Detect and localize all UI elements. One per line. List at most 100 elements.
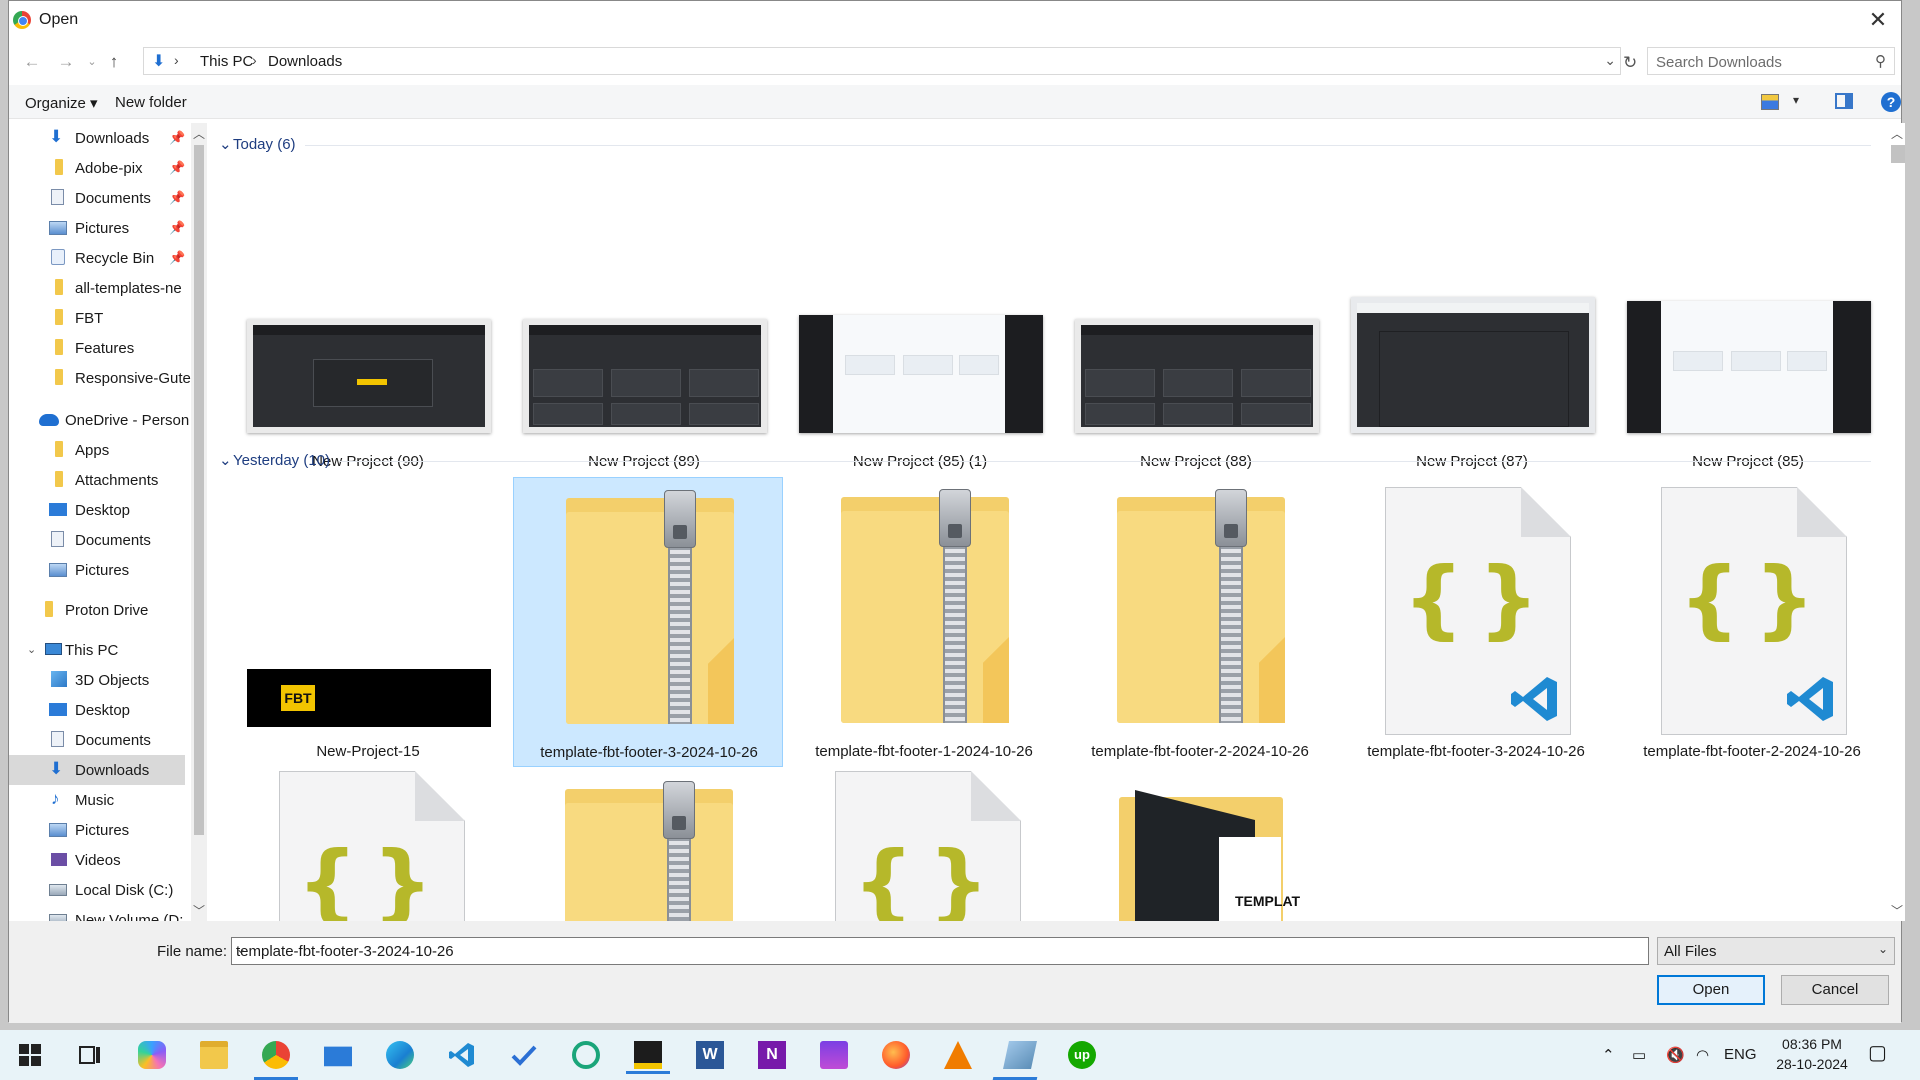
sidebar-item-onedrive[interactable]: OneDrive - Person	[9, 405, 199, 435]
sidebar-item-this-pc[interactable]: ⌄ This PC	[9, 635, 199, 665]
sidebar-item-attachments[interactable]: Attachments	[9, 465, 199, 495]
view-dropdown-icon[interactable]: ▾	[1793, 93, 1799, 107]
sidebar-item-documents-onedrive[interactable]: Documents	[9, 525, 199, 555]
sidebar-item-videos[interactable]: Videos	[9, 845, 199, 875]
vlc-icon[interactable]	[944, 1041, 972, 1069]
chevron-up-icon[interactable]: ⌃	[1602, 1046, 1615, 1064]
file-tile[interactable]: {}	[789, 767, 1059, 921]
sidebar-item-downloads[interactable]: ⬇ Downloads	[9, 755, 185, 785]
sidebar-item-fbt[interactable]: FBT	[9, 303, 199, 333]
chevron-down-icon[interactable]: ⌄	[1878, 942, 1888, 956]
file-explorer-icon[interactable]	[200, 1041, 228, 1069]
sidebar-item-music[interactable]: ♪ Music	[9, 785, 199, 815]
file-tile[interactable]: template-fbt-footer-1-2024-10-26	[789, 477, 1059, 767]
address-bar[interactable]: ⬇ › This PC › Downloads ⌄	[143, 47, 1621, 75]
sidebar-item-pictures-quick[interactable]: Pictures 📌	[9, 213, 199, 243]
onenote-icon[interactable]: N	[758, 1041, 786, 1069]
sidebar-item-3d-objects[interactable]: 3D Objects	[9, 665, 199, 695]
file-type-select[interactable]: All Files ⌄	[1657, 937, 1895, 965]
file-name-input[interactable]: template-fbt-footer-3-2024-10-26 ⌄	[231, 937, 1649, 965]
file-tile[interactable]: template-fbt-footer-2-2024-10-26	[1065, 477, 1335, 767]
group-header-yesterday[interactable]: ⌄Yesterday (10)	[219, 451, 330, 469]
language-indicator[interactable]: ENG	[1724, 1046, 1757, 1063]
edge-icon[interactable]	[386, 1041, 414, 1069]
breadcrumb-separator-icon[interactable]: ›	[252, 52, 257, 68]
wifi-icon[interactable]: ◠	[1696, 1046, 1709, 1064]
preview-pane-icon[interactable]	[1835, 93, 1853, 109]
navigation-pane[interactable]: ⬇ Downloads 📌 Adobe-pix 📌 Documents 📌 Pi…	[9, 123, 205, 921]
breadcrumb-separator-icon[interactable]: ›	[174, 52, 179, 68]
sidebar-scrollbar[interactable]: ︿ ﹀	[191, 123, 207, 921]
new-folder-button[interactable]: New folder	[115, 94, 187, 111]
file-tile[interactable]: {}	[233, 767, 503, 921]
help-icon[interactable]: ?	[1881, 92, 1901, 112]
chevron-down-icon[interactable]: ⌄	[219, 451, 233, 469]
breadcrumb-downloads[interactable]: Downloads	[268, 53, 342, 70]
battery-icon[interactable]: ▭	[1632, 1046, 1646, 1064]
clipchamp-icon[interactable]	[820, 1041, 848, 1069]
content-scrollbar[interactable]: ︿ ﹀	[1889, 123, 1905, 921]
sidebar-item-adobe-pix[interactable]: Adobe-pix 📌	[9, 153, 199, 183]
sidebar-item-apps[interactable]: Apps	[9, 435, 199, 465]
scroll-up-icon[interactable]: ︿	[1891, 125, 1903, 142]
file-tile[interactable]	[513, 767, 783, 921]
windows-start-icon[interactable]	[16, 1041, 44, 1069]
refresh-icon[interactable]: ↻	[1623, 53, 1637, 73]
sidebar-item-downloads-quick[interactable]: ⬇ Downloads 📌	[9, 123, 199, 153]
sidebar-item-responsive-gute[interactable]: Responsive-Gute	[9, 363, 199, 393]
back-button[interactable]: ←	[21, 51, 43, 73]
address-dropdown-icon[interactable]: ⌄	[1604, 52, 1616, 69]
sidebar-item-pictures[interactable]: Pictures	[9, 815, 199, 845]
scroll-down-icon[interactable]: ﹀	[193, 902, 205, 919]
organize-button[interactable]: Organize ▾	[25, 94, 98, 112]
sidebar-scroll-thumb[interactable]	[194, 145, 204, 835]
change-view-icon[interactable]	[1761, 94, 1779, 110]
upwork-icon[interactable]: up	[1068, 1041, 1096, 1069]
file-list[interactable]: ⌄Today (6) New Project (90) New Project	[209, 123, 1883, 921]
cancel-button[interactable]: Cancel	[1781, 975, 1889, 1005]
todo-icon[interactable]	[510, 1041, 538, 1069]
group-header-today[interactable]: ⌄Today (6)	[219, 135, 296, 153]
sidebar-item-features[interactable]: Features	[9, 333, 199, 363]
file-tile[interactable]: TEMPLAT	[1065, 767, 1335, 921]
sidebar-item-local-disk[interactable]: Local Disk (C:)	[9, 875, 199, 905]
speaker-muted-icon[interactable]: 🔇	[1666, 1046, 1685, 1064]
sidebar-item-pictures-onedrive[interactable]: Pictures	[9, 555, 199, 585]
snipping-tool-icon[interactable]	[1003, 1041, 1037, 1069]
file-tile[interactable]: FBT New-Project-15	[233, 477, 503, 767]
sidebar-item-recycle-bin[interactable]: Recycle Bin 📌	[9, 243, 199, 273]
file-tile-selected[interactable]: template-fbt-footer-3-2024-10-26	[513, 477, 783, 767]
up-button[interactable]: ↑	[103, 51, 125, 73]
open-button[interactable]: Open	[1657, 975, 1765, 1005]
sidebar-item-proton-drive[interactable]: Proton Drive	[9, 595, 199, 625]
chevron-down-icon[interactable]: ⌄	[236, 942, 1642, 956]
file-tile[interactable]: {} template-fbt-footer-3-2024-10-26	[1341, 477, 1611, 767]
clock[interactable]: 08:36 PM 28-10-2024	[1770, 1034, 1854, 1074]
file-tile[interactable]: {} template-fbt-footer-2-2024-10-26	[1617, 477, 1883, 767]
sidebar-item-new-volume[interactable]: New Volume (D:	[9, 905, 199, 921]
sidebar-item-documents-quick[interactable]: Documents 📌	[9, 183, 199, 213]
notification-icon[interactable]: ▢	[1868, 1040, 1887, 1065]
word-icon[interactable]: W	[696, 1041, 724, 1069]
search-input[interactable]: Search Downloads ⚲	[1647, 47, 1895, 75]
scroll-up-icon[interactable]: ︿	[193, 125, 205, 142]
copilot-icon[interactable]	[138, 1041, 166, 1069]
chevron-down-icon[interactable]: ⌄	[219, 135, 233, 153]
firefox-icon[interactable]	[882, 1041, 910, 1069]
close-button[interactable]: ✕	[1855, 1, 1901, 41]
sidebar-item-documents[interactable]: Documents	[9, 725, 199, 755]
chevron-down-icon[interactable]: ⌄	[27, 643, 36, 656]
scroll-down-icon[interactable]: ﹀	[1891, 902, 1903, 919]
sidebar-item-desktop[interactable]: Desktop	[9, 695, 199, 725]
vscode-taskbar-icon[interactable]	[448, 1041, 476, 1069]
breadcrumb-this-pc[interactable]: This PC	[200, 53, 253, 70]
sticky-app-icon[interactable]	[626, 1041, 670, 1074]
content-scroll-thumb[interactable]	[1891, 145, 1905, 163]
sidebar-item-desktop-onedrive[interactable]: Desktop	[9, 495, 199, 525]
recent-locations-button[interactable]: ⌄	[81, 51, 103, 73]
mail-icon[interactable]	[324, 1046, 352, 1067]
pycharm-like-icon[interactable]	[572, 1041, 600, 1069]
forward-button[interactable]: →	[55, 51, 77, 73]
sidebar-item-all-templates[interactable]: all-templates-ne	[9, 273, 199, 303]
chrome-taskbar-icon[interactable]	[254, 1041, 298, 1080]
